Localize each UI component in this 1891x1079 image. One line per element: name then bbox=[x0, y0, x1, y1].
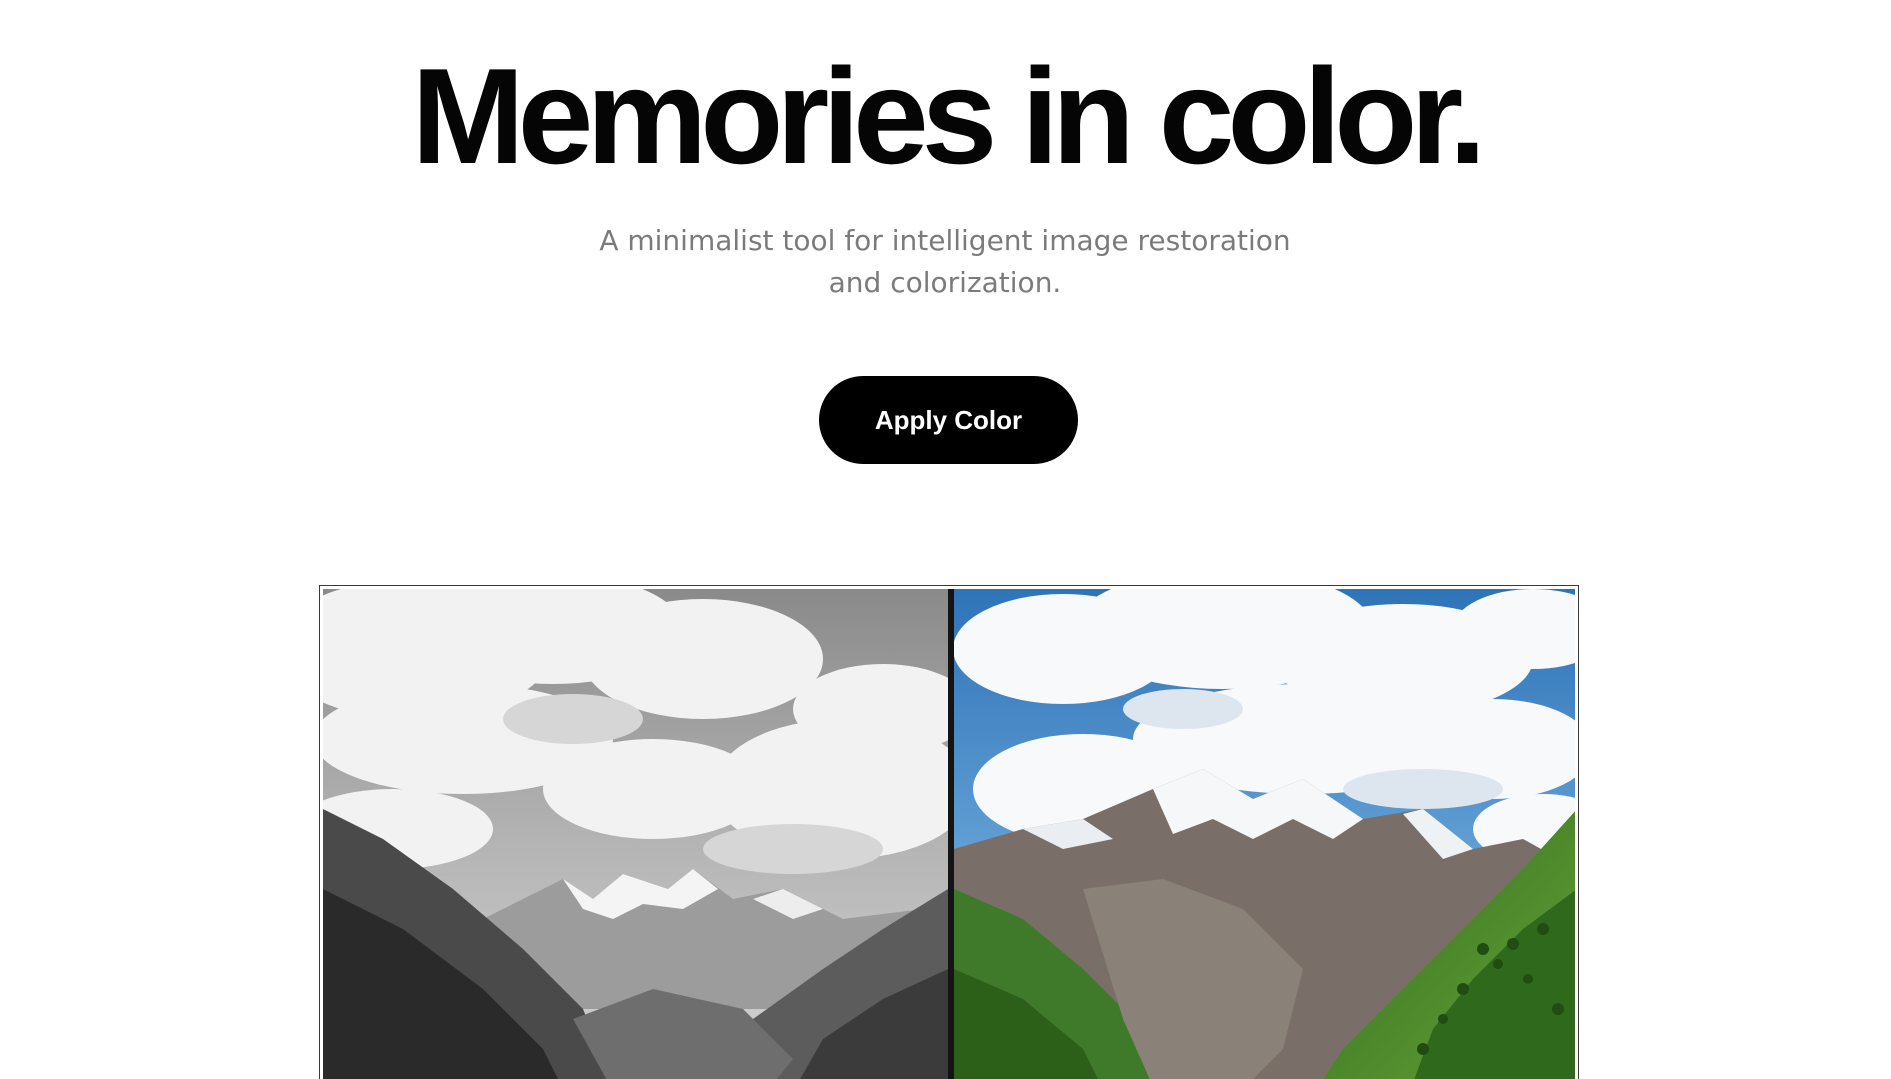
comparison-viewport bbox=[323, 589, 1575, 1079]
page-title: Memories in color. bbox=[411, 40, 1486, 192]
comparison-divider-handle[interactable] bbox=[948, 589, 954, 1079]
before-image bbox=[323, 589, 948, 1079]
image-comparison[interactable] bbox=[319, 585, 1579, 1079]
after-image bbox=[954, 589, 1575, 1079]
apply-color-button[interactable]: Apply Color bbox=[819, 376, 1078, 464]
page-subtitle: A minimalist tool for intelligent image … bbox=[599, 224, 1291, 299]
page: Memories in color. A minimalist tool for… bbox=[0, 0, 1891, 1079]
